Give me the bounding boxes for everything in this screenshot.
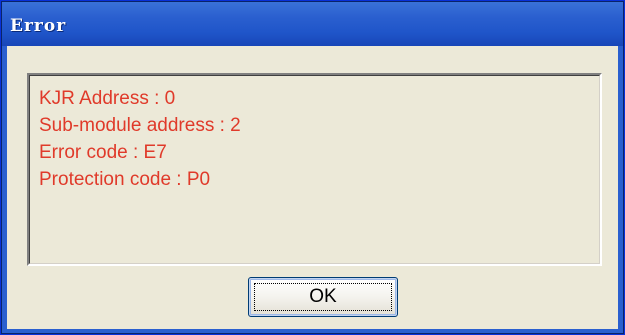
window-frame-right	[618, 46, 623, 329]
protection-code-line: Protection code : P0	[39, 169, 211, 190]
error-code-line: Error code : E7	[39, 142, 167, 163]
message-text-area: KJR Address : 0 Sub-module address : 2 E…	[29, 75, 600, 264]
message-panel: KJR Address : 0 Sub-module address : 2 E…	[27, 73, 602, 266]
kjr-address-line: KJR Address : 0	[39, 88, 176, 109]
title-bar[interactable]: Error	[2, 2, 623, 46]
sub-module-address-line: Sub-module address : 2	[39, 115, 241, 136]
dialog-title: Error	[10, 16, 67, 36]
ok-button[interactable]: OK	[248, 277, 398, 317]
ok-button-label: OK	[309, 286, 337, 307]
dialog-body: KJR Address : 0 Sub-module address : 2 E…	[7, 46, 618, 329]
error-dialog: Error KJR Address : 0 Sub-module address…	[0, 0, 625, 335]
